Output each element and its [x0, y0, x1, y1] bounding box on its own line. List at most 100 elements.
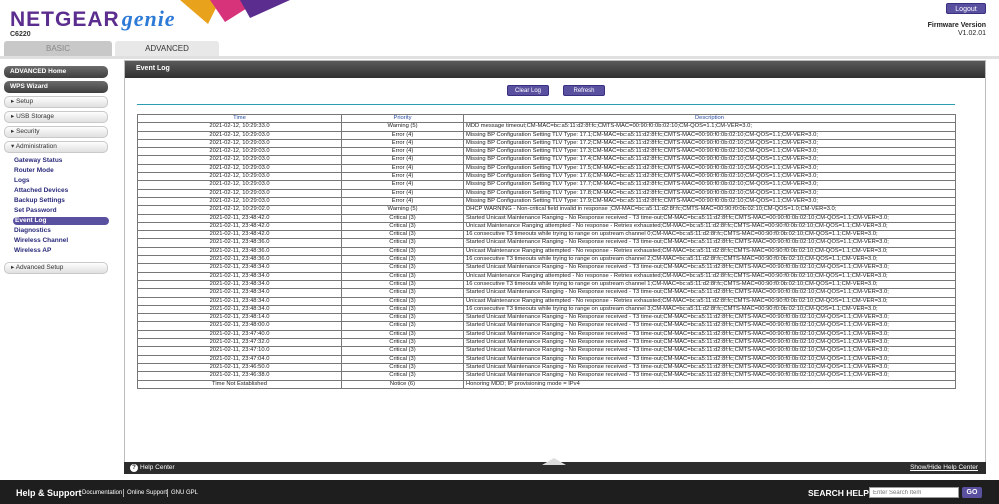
- table-row: 2021-02-11, 23:47:32.0 Critical (3) Starte…: [137, 337, 956, 348]
- log-actions: Clear Log Refresh: [507, 85, 607, 97]
- table-row: 2021-02-12, 10:29:03.0 Error (4) Missing B…: [137, 196, 956, 207]
- footer-separator: [167, 489, 168, 497]
- expand-up-icon[interactable]: [542, 458, 566, 465]
- cell-priority: Error (4): [341, 188, 464, 198]
- firmware-label: Firmware Version: [927, 22, 986, 29]
- sidebar-item-logs[interactable]: Logs: [14, 177, 30, 185]
- cell-description: DHCP WARNING - Non-critical field invali…: [463, 205, 956, 215]
- table-row: 2021-02-11, 23:47:40.0 Critical (3) Starte…: [137, 329, 956, 340]
- cell-description: Started Unicast Maintenance Ranging - No…: [463, 263, 956, 273]
- sidebar-item-wireless-channel[interactable]: Wireless Channel: [14, 237, 68, 245]
- tab-basic[interactable]: BASIC: [4, 41, 112, 56]
- table-row: 2021-02-12, 10:29:03.0 Error (4) Missing B…: [137, 138, 956, 149]
- table-row: 2021-02-11, 23:48:36.0 Critical (3) Starte…: [137, 238, 956, 248]
- table-row: 2021-02-12, 10:29:33.0 Warning (5) MDD mes…: [137, 122, 956, 132]
- cell-priority: Critical (3): [341, 263, 464, 273]
- cell-description: Started Unicast Maintenance Ranging - No…: [463, 238, 956, 248]
- cell-time: Time Not Established: [137, 379, 342, 389]
- sidebar-item-gateway-status[interactable]: Gateway Status: [14, 157, 62, 165]
- sidebar-item-diagnostics[interactable]: Diagnostics: [14, 227, 51, 235]
- cell-time: 2021-02-11, 23:48:34.0: [137, 279, 342, 290]
- show-hide-help-link[interactable]: Show/Hide Help Center: [910, 462, 978, 474]
- brand-suffix: genie: [121, 6, 176, 31]
- cell-time: 2021-02-12, 10:29:02.0: [137, 205, 342, 215]
- cell-time: 2021-02-11, 23:48:34.0: [137, 296, 342, 306]
- column-header-description: Description: [463, 113, 956, 124]
- cell-time: 2021-02-11, 23:47:10.0: [137, 346, 342, 356]
- tab-advanced[interactable]: ADVANCED: [115, 41, 219, 57]
- event-log-table: Time Priority Description 2021-02-12, 10…: [137, 113, 956, 389]
- online-support-link[interactable]: Online Support: [127, 490, 167, 496]
- cell-time: 2021-02-11, 23:48:14.0: [137, 313, 342, 323]
- table-row: Time Not Established Notice (6) Honoring M…: [137, 379, 956, 389]
- sidebar-item-router-mode[interactable]: Router Mode: [14, 167, 54, 175]
- cell-description: Started Unicast Maintenance Ranging - No…: [463, 213, 956, 223]
- cell-priority: Critical (3): [341, 279, 464, 290]
- sidebar-administration[interactable]: ▾ Administration: [4, 141, 108, 153]
- cell-time: 2021-02-11, 23:47:04.0: [137, 354, 342, 364]
- cell-time: 2021-02-11, 23:48:34.0: [137, 271, 342, 281]
- cell-time: 2021-02-11, 23:46:38.0: [137, 371, 342, 381]
- sidebar-advanced-home[interactable]: ADVANCED Home: [4, 66, 108, 78]
- refresh-button[interactable]: Refresh: [563, 85, 605, 96]
- sidebar-advanced-setup[interactable]: ▸ Advanced Setup: [4, 262, 108, 274]
- table-row: 2021-02-12, 10:29:03.0 Error (4) Missing B…: [137, 147, 956, 157]
- table-row: 2021-02-12, 10:29:03.0 Error (4) Missing B…: [137, 188, 956, 198]
- model-number: C6220: [10, 31, 31, 38]
- cell-description: Missing BP Configuration Setting TLV Typ…: [463, 130, 956, 140]
- cell-time: 2021-02-12, 10:29:03.0: [137, 155, 342, 165]
- clear-log-button[interactable]: Clear Log: [507, 85, 549, 96]
- logout-button[interactable]: Logout: [946, 3, 986, 14]
- cell-priority: Critical (3): [341, 288, 464, 298]
- cell-description: Started Unicast Maintenance Ranging - No…: [463, 354, 956, 364]
- table-row: 2021-02-11, 23:48:42.0 Critical (3) Unicas…: [137, 221, 956, 232]
- cell-time: 2021-02-12, 10:29:33.0: [137, 122, 342, 132]
- search-go-button[interactable]: GO: [962, 487, 982, 498]
- sidebar-item-wireless-ap[interactable]: Wireless AP: [14, 247, 51, 255]
- cell-description: Started Unicast Maintenance Ranging - No…: [463, 288, 956, 298]
- cell-priority: Critical (3): [341, 371, 464, 381]
- gnu-gpl-link[interactable]: GNU GPL: [171, 490, 198, 496]
- table-row: 2021-02-11, 23:47:04.0 Critical (3) Starte…: [137, 354, 956, 364]
- table-row: 2021-02-11, 23:48:34.0 Critical (3) Starte…: [137, 263, 956, 273]
- table-row: 2021-02-12, 10:29:03.0 Error (4) Missing B…: [137, 163, 956, 174]
- sidebar-item-attached-devices[interactable]: Attached Devices: [14, 187, 68, 195]
- cell-time: 2021-02-11, 23:46:50.0: [137, 362, 342, 373]
- cell-time: 2021-02-11, 23:47:40.0: [137, 329, 342, 340]
- cell-priority: Error (4): [341, 180, 464, 190]
- cell-description: 16 consecutive T3 timeouts while trying …: [463, 255, 956, 265]
- sidebar-item-event-log[interactable]: Event Log: [13, 217, 109, 225]
- cell-priority: Error (4): [341, 163, 464, 174]
- table-row: 2021-02-11, 23:48:34.0 Critical (3) Unicas…: [137, 271, 956, 281]
- search-help-input[interactable]: [869, 487, 959, 498]
- cell-time: 2021-02-12, 10:29:03.0: [137, 180, 342, 190]
- table-row: 2021-02-11, 23:48:42.0 Critical (3) 16 con…: [137, 230, 956, 240]
- cell-description: Unicast Maintenance Ranging attempted - …: [463, 221, 956, 232]
- table-row: 2021-02-11, 23:46:50.0 Critical (3) Starte…: [137, 362, 956, 373]
- cell-description: 16 consecutive T3 timeouts while trying …: [463, 230, 956, 240]
- cell-time: 2021-02-11, 23:48:42.0: [137, 221, 342, 232]
- sidebar-item-backup-settings[interactable]: Backup Settings: [14, 197, 65, 205]
- table-row: 2021-02-12, 10:29:03.0 Error (4) Missing B…: [137, 180, 956, 190]
- table-row: 2021-02-11, 23:48:34.0 Critical (3) Starte…: [137, 288, 956, 298]
- sidebar-item-set-password[interactable]: Set Password: [14, 207, 57, 215]
- sidebar-usb-storage[interactable]: ▸ USB Storage: [4, 111, 108, 123]
- documentation-link[interactable]: Documentation: [82, 490, 122, 496]
- help-center-label[interactable]: Help Center: [140, 462, 175, 474]
- sidebar-security[interactable]: ▸ Security: [4, 126, 108, 138]
- sidebar-setup[interactable]: ▸ Setup: [4, 96, 108, 108]
- cell-priority: Error (4): [341, 196, 464, 207]
- cell-priority: Notice (6): [341, 379, 464, 389]
- main-tabs: BASIC ADVANCED: [0, 41, 999, 57]
- cell-time: 2021-02-11, 23:48:36.0: [137, 238, 342, 248]
- netgear-logo: NETGEARgenie: [10, 6, 176, 32]
- help-center-bar: ? Help Center Show/Hide Help Center: [124, 458, 986, 474]
- cell-description: Started Unicast Maintenance Ranging - No…: [463, 321, 956, 331]
- cell-description: Missing BP Configuration Setting TLV Typ…: [463, 163, 956, 174]
- sidebar-wps-wizard[interactable]: WPS Wizard: [4, 81, 108, 93]
- cell-priority: Critical (3): [341, 304, 464, 315]
- cell-description: Started Unicast Maintenance Ranging - No…: [463, 313, 956, 323]
- page-title: Event Log: [125, 61, 985, 78]
- cell-description: 16 consecutive T3 timeouts while trying …: [463, 279, 956, 290]
- search-help-label: SEARCH HELP: [808, 488, 869, 498]
